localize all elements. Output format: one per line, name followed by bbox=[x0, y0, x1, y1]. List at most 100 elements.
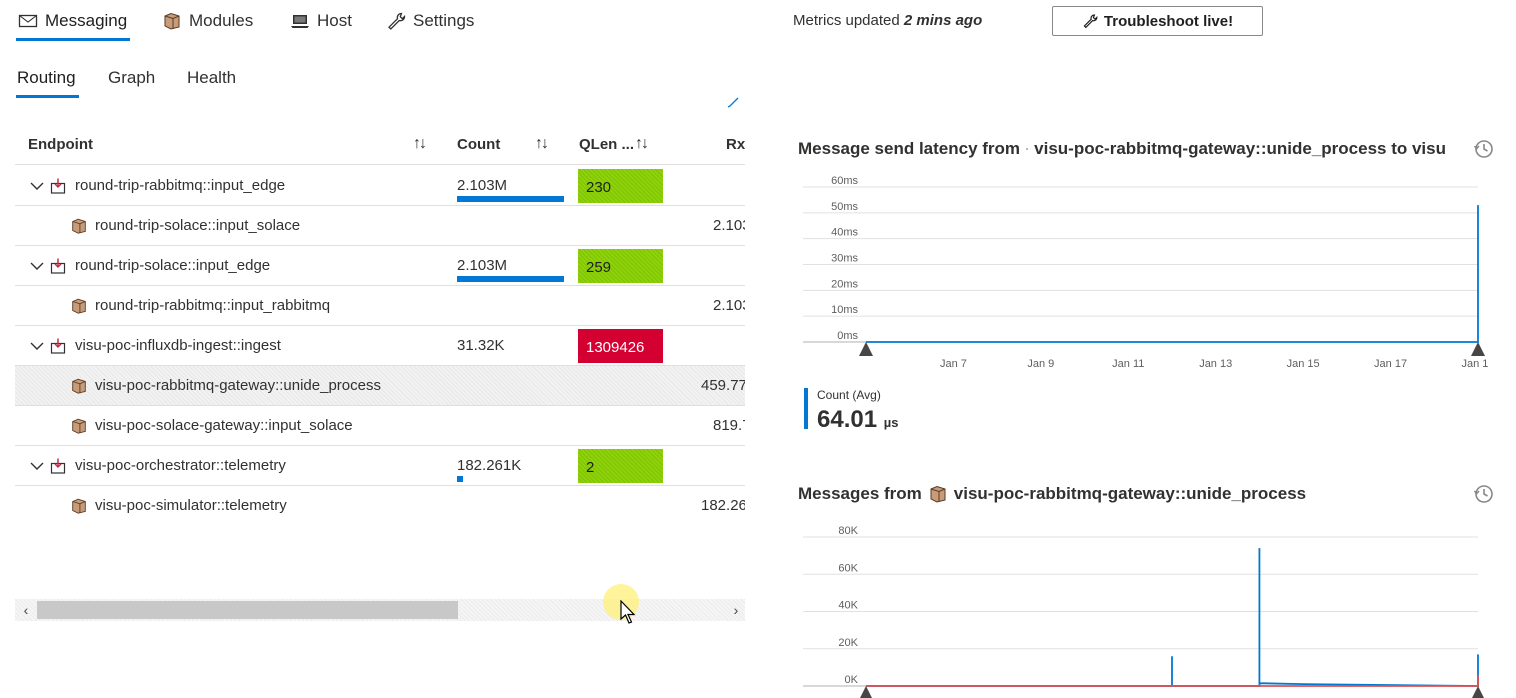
tab-messaging[interactable]: Messaging bbox=[18, 8, 127, 34]
scroll-left-icon[interactable]: ‹ bbox=[19, 602, 33, 618]
messages-title-prefix: Messages from bbox=[798, 484, 922, 503]
latency-title-source: visu-poc-rabbitmq-gateway::unide_process… bbox=[1034, 139, 1446, 158]
x-tick-label: Jan 7 bbox=[940, 358, 967, 370]
count-bar bbox=[457, 196, 564, 202]
endpoint-name: visu-poc-influxdb-ingest::ingest bbox=[75, 337, 281, 354]
y-tick-label: 50ms bbox=[831, 201, 858, 213]
cube-icon bbox=[72, 298, 86, 314]
table-row[interactable]: visu-poc-orchestrator::telemetry 182.261K… bbox=[15, 446, 745, 486]
scrollbar-thumb[interactable] bbox=[37, 601, 458, 619]
messages-title-source: visu-poc-rabbitmq-gateway::unide_process bbox=[953, 484, 1307, 503]
header-rx[interactable]: Rx bbox=[726, 136, 745, 153]
y-tick-label: 20K bbox=[838, 637, 858, 649]
range-start-handle[interactable] bbox=[859, 686, 873, 698]
y-tick-label: 40K bbox=[838, 600, 858, 612]
qlen-value: 259 bbox=[578, 249, 663, 283]
legend-value-unit: µs bbox=[883, 415, 899, 430]
sort-arrows-icon[interactable]: ↑↓ bbox=[413, 135, 427, 153]
qlen-value: 230 bbox=[578, 169, 663, 203]
source-name: visu-poc-solace-gateway::input_solace bbox=[95, 417, 353, 434]
sort-arrows-icon[interactable]: ↑↓ bbox=[635, 135, 649, 153]
troubleshoot-live-button[interactable]: Troubleshoot live! bbox=[1052, 6, 1263, 36]
y-tick-label: 30ms bbox=[831, 253, 858, 265]
endpoint-name: visu-poc-orchestrator::telemetry bbox=[75, 457, 286, 474]
endpoint-name: round-trip-rabbitmq::input_edge bbox=[75, 177, 286, 194]
count-value: 31.32K bbox=[457, 337, 505, 354]
legend-color-bar bbox=[804, 388, 808, 429]
table-row[interactable]: round-trip-rabbitmq::input_rabbitmq 2.103 bbox=[15, 286, 745, 326]
range-start-handle[interactable] bbox=[859, 342, 873, 356]
history-icon[interactable] bbox=[1473, 483, 1495, 505]
chevron-down-icon[interactable] bbox=[29, 178, 45, 194]
x-tick-label: Jan 9 bbox=[1027, 358, 1054, 370]
source-name: visu-poc-simulator::telemetry bbox=[95, 497, 287, 514]
cube-icon bbox=[1026, 148, 1028, 150]
rx-value: 819.7 bbox=[713, 417, 745, 434]
table-row[interactable]: visu-poc-simulator::telemetry 182.26 bbox=[15, 486, 745, 525]
routing-table: Endpoint ↑↓ Count ↑↓ QLen ... ↑↓ Rx roun… bbox=[15, 125, 745, 525]
rx-value: 182.26 bbox=[701, 497, 745, 514]
wrench-icon bbox=[386, 12, 406, 30]
chevron-down-icon[interactable] bbox=[29, 338, 45, 354]
troubleshoot-label: Troubleshoot live! bbox=[1103, 12, 1234, 30]
latency-chart-title: Message send latency from visu-poc-rabbi… bbox=[798, 139, 1446, 159]
table-row[interactable]: visu-poc-influxdb-ingest::ingest 31.32K 13… bbox=[15, 326, 745, 366]
x-tick-label: Jan 13 bbox=[1199, 358, 1232, 370]
header-count[interactable]: Count bbox=[457, 136, 500, 153]
subtab-health[interactable]: Health bbox=[187, 68, 236, 88]
source-name: visu-poc-rabbitmq-gateway::unide_process bbox=[95, 377, 381, 394]
count-value: 2.103M bbox=[457, 257, 508, 274]
tab-modules-label: Modules bbox=[189, 11, 254, 30]
qlen-value: 1309426 bbox=[578, 329, 663, 363]
scroll-right-icon[interactable]: › bbox=[729, 602, 743, 618]
subtab-routing[interactable]: Routing bbox=[17, 68, 76, 88]
rx-value: 2.103 bbox=[713, 217, 745, 234]
table-row[interactable]: visu-poc-solace-gateway::input_solace 819… bbox=[15, 406, 745, 446]
sort-arrows-icon[interactable]: ↑↓ bbox=[535, 135, 549, 153]
series-line[interactable] bbox=[866, 205, 1479, 343]
rx-value: 459.77 bbox=[701, 377, 745, 394]
chevron-down-icon[interactable] bbox=[29, 458, 45, 474]
series-line[interactable] bbox=[866, 548, 1479, 687]
tab-host[interactable]: Host bbox=[290, 8, 352, 34]
latency-title-prefix: Message send latency from bbox=[798, 139, 1021, 158]
envelope-icon bbox=[18, 12, 38, 30]
x-tick-label: Jan 17 bbox=[1374, 358, 1407, 370]
count-bar bbox=[457, 276, 564, 282]
tab-modules[interactable]: Modules bbox=[162, 8, 253, 34]
chevron-down-icon[interactable] bbox=[29, 258, 45, 274]
x-tick-label: Jan 19 bbox=[1461, 358, 1488, 370]
count-bar bbox=[457, 476, 463, 482]
laptop-icon bbox=[290, 12, 310, 30]
range-end-handle[interactable] bbox=[1471, 686, 1485, 698]
table-row[interactable]: round-trip-solace::input_edge 2.103M 259 bbox=[15, 246, 745, 286]
subtab-graph[interactable]: Graph bbox=[108, 68, 155, 88]
range-end-handle[interactable] bbox=[1471, 342, 1485, 356]
y-tick-label: 0K bbox=[845, 674, 859, 686]
header-endpoint[interactable]: Endpoint bbox=[28, 136, 93, 153]
rx-value: 2.103 bbox=[713, 297, 745, 314]
table-row[interactable]: visu-poc-rabbitmq-gateway::unide_process… bbox=[15, 366, 745, 406]
history-icon[interactable] bbox=[1473, 138, 1495, 160]
y-tick-label: 20ms bbox=[831, 278, 858, 290]
y-tick-label: 60K bbox=[838, 562, 858, 574]
endpoint-icon bbox=[50, 178, 66, 194]
header-qlen[interactable]: QLen ... bbox=[579, 136, 634, 153]
metrics-prefix: Metrics updated bbox=[793, 12, 900, 29]
edit-icon[interactable] bbox=[727, 96, 739, 108]
legend-series-name: Count (Avg) bbox=[817, 388, 881, 402]
table-row[interactable]: round-trip-rabbitmq::input_edge 2.103M 230 bbox=[15, 166, 745, 206]
y-tick-label: 80K bbox=[838, 525, 858, 537]
mouse-pointer-icon bbox=[620, 600, 636, 624]
y-tick-label: 10ms bbox=[831, 304, 858, 316]
cube-icon bbox=[72, 218, 86, 234]
source-name: round-trip-rabbitmq::input_rabbitmq bbox=[95, 297, 331, 314]
cube-icon bbox=[162, 12, 182, 30]
endpoint-name: round-trip-solace::input_edge bbox=[75, 257, 271, 274]
metrics-updated-text: Metrics updated 2 mins ago bbox=[793, 12, 982, 29]
cube-icon bbox=[72, 378, 86, 394]
endpoint-icon bbox=[50, 258, 66, 274]
tab-settings[interactable]: Settings bbox=[386, 8, 474, 34]
table-row[interactable]: round-trip-solace::input_solace 2.103 bbox=[15, 206, 745, 246]
active-subtab-indicator bbox=[16, 95, 79, 98]
